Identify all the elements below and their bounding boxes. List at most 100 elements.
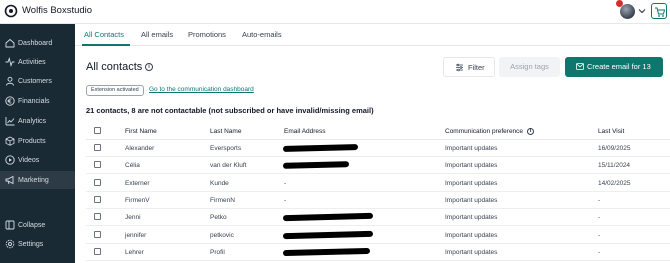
last-name-cell: Kunde	[210, 180, 229, 187]
table-row[interactable]: FirmenV FirmenN - Important updates -	[86, 192, 670, 209]
box-icon	[5, 136, 15, 146]
app-title: Wolfis Boxstudio	[22, 5, 93, 16]
cart-icon	[655, 7, 666, 17]
play-icon	[5, 155, 15, 165]
communication-preference-cell: Important updates	[445, 162, 498, 169]
create-email-label: Create email for 13	[587, 62, 651, 71]
table-row[interactable]: Lehrer Profil Important updates -	[86, 244, 670, 261]
sidebar-item-dashboard[interactable]: Dashboard	[0, 34, 75, 52]
sidebar-item-videos[interactable]: Videos	[0, 151, 75, 169]
row-checkbox[interactable]	[94, 231, 101, 238]
logo-icon[interactable]	[4, 4, 18, 18]
communication-preference-cell: Important updates	[445, 214, 498, 221]
row-checkbox[interactable]	[94, 144, 101, 151]
sidebar-item-customers[interactable]: Customers	[0, 72, 75, 90]
chart-icon	[5, 117, 15, 126]
sidebar-item-label: Collapse	[18, 221, 46, 229]
last-visit-cell: -	[598, 232, 601, 239]
sidebar-item-label: Videos	[18, 156, 40, 164]
top-bar: Wolfis Boxstudio	[0, 0, 670, 24]
sidebar-item-activities[interactable]: Activities	[0, 53, 75, 71]
row-checkbox[interactable]	[94, 179, 101, 186]
column-header-first-name[interactable]: First Name	[125, 128, 157, 135]
tab-all-contacts[interactable]: All Contacts	[84, 30, 124, 39]
last-name-cell: van der Kluft	[210, 162, 247, 169]
table-row[interactable]: Célia van der Kluft Important updates 15…	[86, 157, 670, 174]
sidebar-item-financials[interactable]: Financials	[0, 92, 75, 110]
assign-tags-button[interactable]: Assign tags	[499, 57, 560, 77]
envelope-icon	[576, 63, 584, 70]
collapse-icon	[5, 220, 15, 230]
sidebar-item-products[interactable]: Products	[0, 132, 75, 150]
select-all-checkbox[interactable]	[94, 127, 101, 134]
notification-badge	[616, 0, 623, 7]
tab-promotions[interactable]: Promotions	[188, 30, 226, 39]
communication-preference-cell: Important updates	[445, 180, 498, 187]
last-name-cell: Eversports	[210, 145, 242, 152]
row-checkbox[interactable]	[94, 161, 101, 168]
first-name-cell: Célia	[125, 162, 140, 169]
last-name-cell: petkovic	[210, 232, 234, 239]
first-name-cell: jennifer	[125, 232, 147, 239]
sidebar-item-marketing[interactable]: Marketing	[0, 171, 75, 189]
table-header: First Name Last Name Email Address Commu…	[86, 123, 670, 140]
filter-label: Filter	[468, 63, 485, 72]
megaphone-icon	[5, 175, 14, 185]
column-header-email[interactable]: Email Address	[284, 128, 326, 135]
communication-dashboard-link[interactable]: Go to the communication dashboard	[149, 86, 254, 93]
table-row[interactable]: jennifer petkovic Important updates -	[86, 227, 670, 244]
extension-badge: Extension activated	[86, 85, 144, 96]
sidebar-item-analytics[interactable]: Analytics	[0, 112, 75, 130]
last-visit-cell: 16/09/2025	[598, 145, 631, 152]
redacted-email	[282, 212, 374, 222]
sidebar-item-label: Analytics	[18, 117, 47, 125]
communication-preference-cell: Important updates	[445, 232, 498, 239]
avatar[interactable]	[620, 4, 635, 19]
first-name-cell: FirmenV	[125, 197, 150, 204]
row-checkbox[interactable]	[94, 248, 101, 255]
info-icon[interactable]: i	[145, 63, 153, 71]
cart-button[interactable]	[651, 3, 667, 19]
last-visit-cell: 15/11/2024	[598, 162, 631, 169]
email-cell: -	[284, 197, 287, 204]
euro-icon	[5, 96, 15, 106]
last-name-cell: Petko	[210, 214, 227, 221]
home-icon	[5, 38, 15, 48]
sidebar-item-collapse[interactable]: Collapse	[0, 216, 75, 234]
active-tab-indicator	[82, 44, 130, 46]
row-checkbox[interactable]	[94, 196, 101, 203]
last-visit-cell: 14/02/2025	[598, 180, 631, 187]
info-icon[interactable]: i	[527, 128, 535, 135]
sidebar-item-label: Financials	[18, 97, 50, 105]
redacted-email	[282, 247, 371, 257]
first-name-cell: Alexander	[125, 145, 155, 152]
row-checkbox[interactable]	[94, 213, 101, 220]
sidebar-item-settings[interactable]: Settings	[0, 235, 75, 253]
chevron-down-icon[interactable]	[638, 7, 646, 15]
last-name-cell: FirmenN	[210, 197, 235, 204]
sidebar-item-label: Activities	[18, 58, 46, 66]
communication-preference-cell: Important updates	[445, 145, 498, 152]
communication-preference-cell: Important updates	[445, 197, 498, 204]
create-email-button[interactable]: Create email for 13	[565, 57, 663, 77]
table-row[interactable]: Externer Kunde - Important updates 14/02…	[86, 175, 670, 192]
communication-preference-cell: Important updates	[445, 249, 498, 256]
filter-button[interactable]: Filter	[443, 57, 495, 77]
tab-all-emails[interactable]: All emails	[141, 30, 173, 39]
user-icon	[6, 76, 14, 86]
table-row[interactable]: Alexander Eversports Important updates 1…	[86, 140, 670, 157]
tab-auto-emails[interactable]: Auto-emails	[242, 30, 282, 39]
column-header-last-visit[interactable]: Last Visit	[598, 128, 624, 135]
sidebar: Dashboard Activities Customers Financial…	[0, 24, 75, 263]
sidebar-item-label: Settings	[18, 240, 44, 248]
filter-icon	[456, 63, 463, 72]
redacted-email	[282, 230, 374, 240]
first-name-cell: Jenni	[125, 214, 141, 221]
column-header-communication-preference[interactable]: Communication preference i	[445, 128, 535, 136]
table-row[interactable]: Jenni Petko Important updates -	[86, 209, 670, 226]
column-header-last-name[interactable]: Last Name	[210, 128, 241, 135]
redacted-email	[282, 161, 350, 169]
first-name-cell: Lehrer	[125, 249, 144, 256]
gear-icon	[5, 239, 15, 249]
column-header-label: Communication preference	[445, 128, 524, 136]
